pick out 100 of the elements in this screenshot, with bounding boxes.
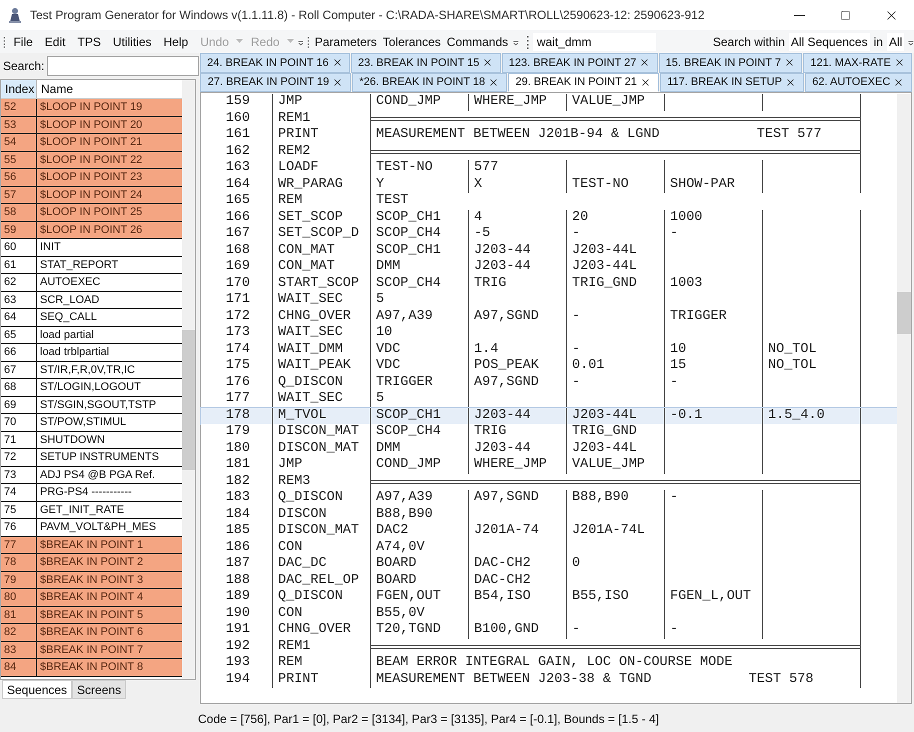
close-icon[interactable]: [482, 57, 494, 68]
search-field[interactable]: wait_dmm: [532, 32, 656, 50]
code-cell-text: A97,SGND: [474, 374, 539, 392]
sequence-row[interactable]: 53 $LOOP IN POINT 20: [1, 116, 182, 134]
code-cell-text: TRIG: [474, 274, 506, 293]
close-icon[interactable]: [893, 76, 904, 88]
line-number: 186: [224, 538, 250, 557]
scope-dropdown[interactable]: All Sequences: [788, 32, 870, 50]
toolbar-button[interactable]: Parameters: [314, 32, 378, 50]
column-header[interactable]: Index: [1, 80, 37, 98]
document-tab[interactable]: 62. AUTOEXEC: [804, 72, 912, 92]
close-icon[interactable]: [488, 76, 500, 88]
panel-tab[interactable]: Screens: [72, 680, 126, 699]
name-cell-text: $LOOP IN POINT 25: [39, 205, 144, 220]
code-cell-text: -: [572, 225, 580, 244]
close-icon[interactable]: [894, 57, 905, 68]
sequence-row[interactable]: 59 $LOOP IN POINT 26: [1, 222, 182, 239]
sequence-row[interactable]: 68 ST/LOGIN,LOGOUT: [1, 379, 182, 396]
sequence-row[interactable]: 52 $LOOP IN POINT 19: [1, 99, 182, 116]
sequence-row[interactable]: 60 INIT: [1, 239, 182, 256]
sequence-row[interactable]: 67 ST/IR,F,R,0V,TR,IC: [1, 362, 182, 379]
menu-item[interactable]: Help: [160, 32, 192, 50]
toolbar-button[interactable]: Tolerances: [382, 32, 442, 50]
scrollbar[interactable]: [897, 94, 911, 703]
area-dropdown[interactable]: All: [886, 32, 904, 50]
command-name: REM2: [278, 142, 310, 161]
sequence-row[interactable]: 54 $LOOP IN POINT 21: [1, 134, 182, 152]
code-cell-text: T20,TGND: [376, 621, 441, 640]
code-cell-text: 10: [376, 324, 392, 342]
document-tab[interactable]: 121. MAX-RATE: [803, 53, 912, 72]
sequence-row[interactable]: 84 $BREAK IN POINT 8: [1, 659, 182, 676]
document-tab[interactable]: 23. BREAK IN POINT 15: [350, 53, 501, 72]
code-cell-text: J203-44: [474, 258, 531, 276]
name-cell-text: $BREAK IN POINT 6: [39, 625, 144, 640]
sequence-row[interactable]: 83 $BREAK IN POINT 7: [1, 642, 182, 659]
index-cell: 70: [1, 414, 37, 430]
document-tab[interactable]: 24. BREAK IN POINT 16: [200, 53, 350, 72]
sequence-row[interactable]: 69 ST/SGIN,SGOUT,TSTP: [1, 396, 182, 414]
sequence-row[interactable]: 55 $LOOP IN POINT 22: [1, 152, 182, 169]
sequence-row[interactable]: 79 $BREAK IN POINT 3: [1, 572, 182, 589]
document-tab[interactable]: 15. BREAK IN POINT 7: [658, 53, 802, 72]
close-icon[interactable]: [332, 76, 344, 88]
sequence-row[interactable]: 61 STAT_REPORT: [1, 256, 182, 274]
sequence-row[interactable]: 80 $BREAK IN POINT 4: [1, 589, 182, 606]
sequence-row[interactable]: 74 PRG-PS4 -----------: [1, 484, 182, 502]
command-name: CHNG_OVER: [278, 621, 351, 640]
code-cell-text: A97,A39: [376, 489, 433, 508]
code-cell-text: DAC2: [376, 522, 408, 540]
command-name: WAIT_DMM: [278, 340, 343, 359]
code-cell-text: BEAM ERROR INTEGRAL GAIN, LOC ON-COURSE MODE: [376, 654, 732, 672]
sequence-row[interactable]: 82 $BREAK IN POINT 6: [1, 624, 182, 642]
document-tab[interactable]: 27. BREAK IN POINT 19: [200, 72, 351, 92]
command-name: DISCON_MAT: [278, 522, 360, 540]
code-cell-text: TEST: [376, 192, 408, 210]
sequence-row[interactable]: 56 $LOOP IN POINT 23: [1, 169, 182, 186]
menu-item[interactable]: File: [9, 32, 37, 50]
sequence-row[interactable]: 75 GET_INIT_RATE: [1, 502, 182, 519]
sequence-row[interactable]: 81 $BREAK IN POINT 5: [1, 606, 182, 624]
sequence-row[interactable]: 71 SHUTDOWN: [1, 432, 182, 449]
sequence-row[interactable]: 77 $BREAK IN POINT 1: [1, 536, 182, 554]
line-number: 164: [224, 176, 250, 194]
menu-item[interactable]: Edit: [40, 32, 70, 50]
code-cell-text: J201A-74L: [572, 522, 645, 540]
toolbar-button[interactable]: Commands: [446, 32, 510, 50]
window-title: Test Program Generator for Windows v(1.1.11.8) - Roll Computer - C:\RADA-SHARE\SMART\ROLL\2590623-12: 2590623-912: [30, 7, 705, 24]
sequence-row[interactable]: 72 SETUP INSTRUMENTS: [1, 449, 182, 466]
sequence-row[interactable]: 70 ST/POW,STIMUL: [1, 414, 182, 432]
sequence-search-field[interactable]: [47, 56, 200, 76]
close-icon[interactable]: [640, 76, 651, 88]
code-cell-text: 0: [572, 555, 580, 574]
panel-tab[interactable]: Sequences: [2, 680, 72, 699]
document-tab[interactable]: 117. BREAK IN SETUP: [660, 72, 804, 92]
sequence-row[interactable]: 64 SEQ_CALL: [1, 309, 182, 326]
name-cell-text: SEQ_CALL: [39, 310, 98, 325]
scrollbar[interactable]: [182, 80, 195, 679]
command-name: WAIT_PEAK: [278, 357, 351, 376]
document-tab[interactable]: 123. BREAK IN POINT 27: [502, 53, 658, 72]
command-name: DAC_DC: [278, 555, 327, 574]
line-number: 185: [224, 522, 250, 540]
sequence-row[interactable]: 66 load trblpartial: [1, 344, 182, 362]
sequence-row[interactable]: 76 PAVM_VOLT&PH_MES: [1, 519, 182, 536]
code-cell-text: 5: [376, 390, 384, 408]
sequence-row[interactable]: 58 $LOOP IN POINT 25: [1, 204, 182, 222]
sequence-row[interactable]: 73 ADJ PS4 @B PGA Ref.: [1, 466, 182, 484]
index-cell: 64: [1, 309, 37, 326]
line-number: 169: [224, 258, 250, 276]
document-tab[interactable]: *26. BREAK IN POINT 18: [352, 72, 507, 92]
sequence-row[interactable]: 65 load partial: [1, 326, 182, 344]
close-icon[interactable]: [639, 57, 650, 68]
sequence-row[interactable]: 62 AUTOEXEC: [1, 274, 182, 292]
close-icon[interactable]: [784, 57, 795, 68]
close-icon[interactable]: [784, 76, 796, 88]
close-icon[interactable]: [332, 57, 343, 68]
menu-item[interactable]: TPS: [73, 32, 105, 50]
sequence-row[interactable]: 78 $BREAK IN POINT 2: [1, 554, 182, 572]
menu-item[interactable]: Utilities: [108, 32, 156, 50]
document-tab[interactable]: 29. BREAK IN POINT 21: [508, 72, 659, 92]
index-cell: 75: [1, 502, 37, 518]
sequence-row[interactable]: 57 $LOOP IN POINT 24: [1, 186, 182, 204]
sequence-row[interactable]: 63 SCR_LOAD: [1, 292, 182, 309]
